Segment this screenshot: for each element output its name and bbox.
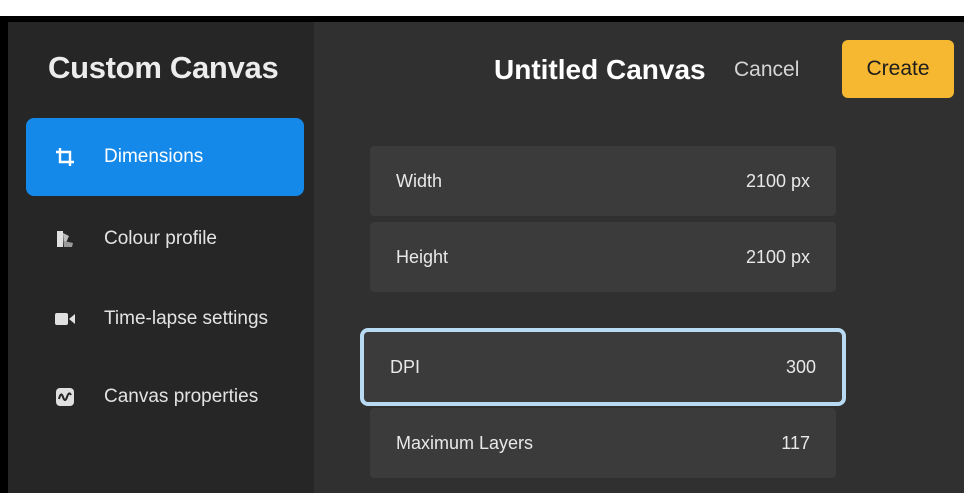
sidebar-item-label: Dimensions: [104, 146, 204, 167]
crop-icon: [54, 146, 76, 168]
sidebar-item-label: Canvas properties: [104, 386, 259, 407]
colour-swatch-icon: [54, 228, 76, 250]
field-label: Maximum Layers: [396, 432, 534, 453]
create-button[interactable]: Create: [842, 40, 954, 98]
sidebar-item-label: Colour profile: [104, 228, 217, 249]
canvas-properties-icon: [54, 386, 76, 408]
canvas-title[interactable]: Untitled Canvas: [494, 54, 706, 86]
field-value[interactable]: 117: [781, 433, 810, 454]
width-field[interactable]: Width 2100 px: [370, 146, 836, 216]
sidebar: Custom Canvas Dimensions Colour profile: [8, 22, 314, 493]
sidebar-item-time-lapse[interactable]: Time-lapse settings: [26, 280, 304, 358]
field-label: Height: [396, 246, 449, 267]
field-label: DPI: [390, 356, 421, 377]
sidebar-title: Custom Canvas: [48, 50, 279, 85]
height-field[interactable]: Height 2100 px: [370, 222, 836, 292]
field-label: Width: [396, 170, 443, 191]
field-value[interactable]: 2100 px: [746, 171, 810, 192]
video-camera-icon: [54, 308, 76, 330]
top-border: [0, 0, 964, 16]
dpi-field[interactable]: DPI 300: [360, 328, 846, 406]
sidebar-item-label: Time-lapse settings: [104, 308, 269, 329]
field-value[interactable]: 2100 px: [746, 247, 810, 268]
cancel-button[interactable]: Cancel: [734, 58, 799, 82]
sidebar-item-dimensions[interactable]: Dimensions: [26, 118, 304, 196]
app-frame: Custom Canvas Dimensions Colour profile: [0, 0, 964, 493]
field-value[interactable]: 300: [786, 357, 816, 378]
maximum-layers-field[interactable]: Maximum Layers 117: [370, 408, 836, 478]
main-panel: Untitled Canvas Cancel Create Width 2100…: [314, 22, 964, 493]
sidebar-item-canvas-properties[interactable]: Canvas properties: [26, 358, 304, 436]
sidebar-item-colour-profile[interactable]: Colour profile: [26, 200, 304, 278]
